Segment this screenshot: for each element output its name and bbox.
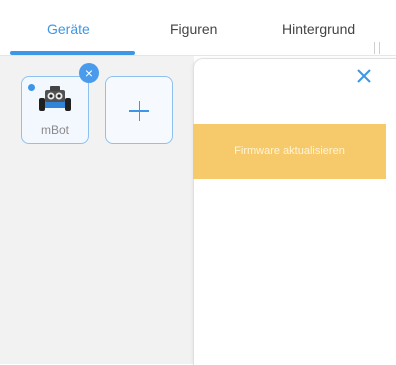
tab-geraete[interactable]: Geräte [47,21,90,37]
remove-device-button[interactable]: × [79,63,99,83]
resize-handle[interactable] [374,42,380,54]
device-label: mBot [40,123,69,137]
plus-icon-vertical [138,101,140,121]
tab-bar: Geräte Figuren Hintergrund [0,0,396,56]
device-card-mbot[interactable]: mBot [21,76,89,144]
close-icon: × [84,65,94,81]
mbot-robot-icon [39,86,71,111]
connected-status-dot [28,84,35,91]
tab-hintergrund[interactable]: Hintergrund [282,21,355,37]
tab-figuren[interactable]: Figuren [170,21,217,37]
update-firmware-button[interactable]: Firmware aktualisieren [193,124,386,179]
add-device-button[interactable] [105,76,173,144]
device-dialog [193,58,396,365]
close-icon[interactable] [356,68,372,84]
